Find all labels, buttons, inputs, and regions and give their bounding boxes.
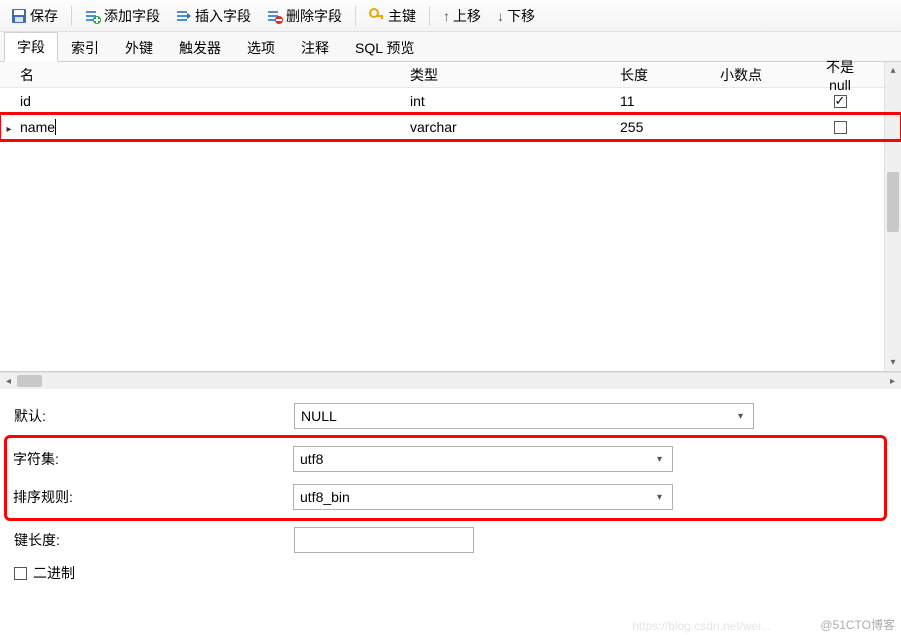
key-length-input[interactable] xyxy=(294,527,474,553)
binary-checkbox[interactable] xyxy=(14,567,27,580)
default-value: NULL xyxy=(301,408,337,424)
checkbox-icon xyxy=(834,95,847,108)
save-label: 保存 xyxy=(30,6,58,26)
charset-value: utf8 xyxy=(300,451,323,467)
key-length-label: 键长度: xyxy=(14,530,294,550)
save-button[interactable]: 保存 xyxy=(4,3,65,29)
cell-name[interactable]: id xyxy=(18,93,410,109)
save-icon xyxy=(11,8,27,24)
prop-default: 默认: NULL ▾ xyxy=(14,397,887,435)
cell-length[interactable]: 11 xyxy=(620,93,720,109)
header-decimals[interactable]: 小数点 xyxy=(720,65,820,85)
header-type[interactable]: 类型 xyxy=(410,65,620,85)
watermark: https://blog.csdn.net/wei... xyxy=(632,619,771,633)
insert-field-button[interactable]: 插入字段 xyxy=(169,3,258,29)
tab-sql-preview[interactable]: SQL 预览 xyxy=(342,33,427,62)
cell-length[interactable]: 255 xyxy=(620,119,720,135)
move-down-label: 下移 xyxy=(507,6,535,26)
header-name[interactable]: 名 xyxy=(18,65,410,85)
cell-not-null[interactable] xyxy=(820,119,860,135)
grid-row[interactable]: id int 11 xyxy=(0,88,901,114)
arrow-down-icon: ↓ xyxy=(497,8,504,24)
chevron-down-icon: ▾ xyxy=(651,451,668,468)
cell-not-null[interactable] xyxy=(820,93,860,109)
field-properties: 默认: NULL ▾ 字符集: utf8 ▾ 排序规则: utf8_bin xyxy=(0,389,901,595)
header-length[interactable]: 长度 xyxy=(620,65,720,85)
horizontal-scrollbar[interactable]: ◂ ▸ xyxy=(0,372,901,389)
add-field-button[interactable]: 添加字段 xyxy=(78,3,167,29)
tab-options[interactable]: 选项 xyxy=(234,33,288,62)
cell-type[interactable]: int xyxy=(410,93,620,109)
tab-foreign-keys[interactable]: 外键 xyxy=(112,33,166,62)
primary-key-button[interactable]: 主键 xyxy=(362,3,423,29)
prop-binary: 二进制 xyxy=(14,559,887,587)
grid-row[interactable]: name varchar 255 xyxy=(0,114,901,140)
tab-fields[interactable]: 字段 xyxy=(4,32,58,62)
arrow-up-icon: ↑ xyxy=(443,8,450,24)
grid-header: 名 类型 长度 小数点 不是 null xyxy=(0,62,901,88)
move-up-button[interactable]: ↑ 上移 xyxy=(436,3,488,29)
separator xyxy=(71,6,72,26)
tab-triggers[interactable]: 触发器 xyxy=(166,33,234,62)
delete-field-button[interactable]: 删除字段 xyxy=(260,3,349,29)
tab-indexes[interactable]: 索引 xyxy=(58,33,112,62)
binary-label: 二进制 xyxy=(33,563,75,583)
checkbox-icon xyxy=(834,121,847,134)
header-not-null[interactable]: 不是 null xyxy=(820,57,860,93)
watermark: @51CTO博客 xyxy=(820,616,895,633)
primary-key-label: 主键 xyxy=(388,6,416,26)
scroll-up-icon[interactable]: ▴ xyxy=(885,62,901,79)
row-marker xyxy=(0,119,18,135)
default-combo[interactable]: NULL ▾ xyxy=(294,403,754,429)
move-up-label: 上移 xyxy=(453,6,481,26)
scroll-thumb[interactable] xyxy=(887,172,899,232)
collation-combo[interactable]: utf8_bin ▾ xyxy=(293,484,673,510)
separator xyxy=(355,6,356,26)
prop-charset: 字符集: utf8 ▾ xyxy=(13,440,878,478)
scroll-thumb[interactable] xyxy=(17,375,42,387)
prop-key-length: 键长度: xyxy=(14,521,887,559)
highlighted-props: 字符集: utf8 ▾ 排序规则: utf8_bin ▾ xyxy=(4,435,887,521)
tabs-bar: 字段 索引 外键 触发器 选项 注释 SQL 预览 xyxy=(0,32,901,62)
fields-grid: 名 类型 长度 小数点 不是 null id int 11 name varch… xyxy=(0,62,901,372)
collation-label: 排序规则: xyxy=(13,487,293,507)
insert-field-icon xyxy=(176,8,192,24)
scroll-left-icon[interactable]: ◂ xyxy=(0,376,17,387)
chevron-down-icon: ▾ xyxy=(732,408,749,425)
separator xyxy=(429,6,430,26)
add-field-label: 添加字段 xyxy=(104,6,160,26)
charset-label: 字符集: xyxy=(13,449,293,469)
tab-comment[interactable]: 注释 xyxy=(288,33,342,62)
key-icon xyxy=(369,8,385,24)
cell-type[interactable]: varchar xyxy=(410,119,620,135)
scroll-down-icon[interactable]: ▾ xyxy=(885,354,901,371)
add-field-icon xyxy=(85,8,101,24)
cell-name[interactable]: name xyxy=(18,119,410,135)
move-down-button[interactable]: ↓ 下移 xyxy=(490,3,542,29)
vertical-scrollbar[interactable]: ▴ ▾ xyxy=(884,62,901,371)
charset-combo[interactable]: utf8 ▾ xyxy=(293,446,673,472)
delete-field-label: 删除字段 xyxy=(286,6,342,26)
collation-value: utf8_bin xyxy=(300,489,350,505)
scroll-right-icon[interactable]: ▸ xyxy=(884,376,901,387)
delete-field-icon xyxy=(267,8,283,24)
chevron-down-icon: ▾ xyxy=(651,489,668,506)
default-label: 默认: xyxy=(14,406,294,426)
insert-field-label: 插入字段 xyxy=(195,6,251,26)
toolbar: 保存 添加字段 插入字段 删除字段 主键 ↑ 上移 ↓ 下移 xyxy=(0,0,901,32)
prop-collation: 排序规则: utf8_bin ▾ xyxy=(13,478,878,516)
